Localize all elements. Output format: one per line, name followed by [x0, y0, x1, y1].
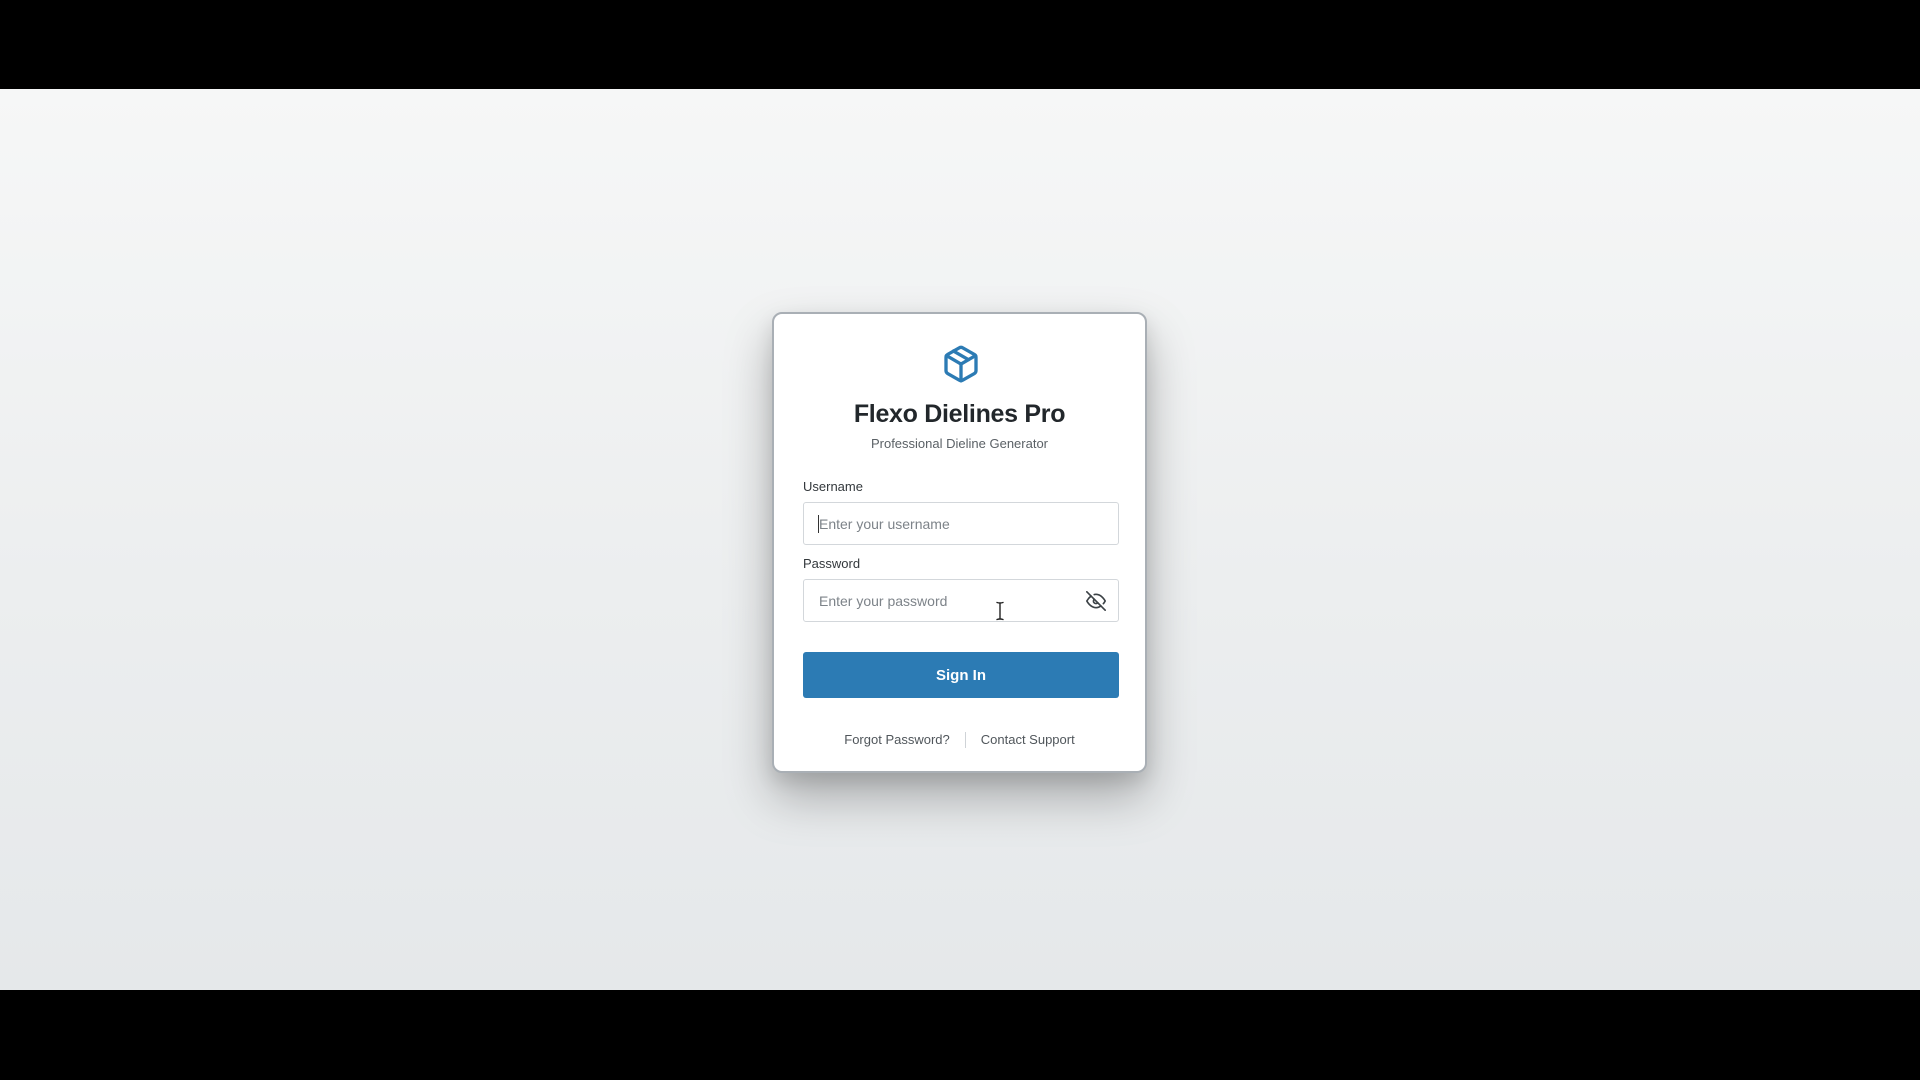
- username-field-wrapper: [803, 502, 1119, 545]
- footer-links: Forgot Password? Contact Support: [774, 731, 1145, 749]
- username-label: Username: [803, 479, 863, 494]
- sign-in-button[interactable]: Sign In: [803, 652, 1119, 698]
- letterbox-bottom: [0, 990, 1920, 1080]
- package-box-icon: [944, 345, 978, 383]
- letterbox-top: [0, 0, 1920, 89]
- contact-support-link[interactable]: Contact Support: [981, 732, 1075, 747]
- eye-off-icon[interactable]: [1086, 591, 1106, 611]
- text-caret: [818, 515, 819, 533]
- username-input[interactable]: [804, 503, 1118, 544]
- login-page: Flexo Dielines Pro Professional Dieline …: [0, 89, 1920, 990]
- link-divider: [964, 731, 966, 748]
- text-cursor-icon: [996, 601, 1004, 621]
- app-subtitle: Professional Dieline Generator: [870, 436, 1049, 451]
- login-card: Flexo Dielines Pro Professional Dieline …: [772, 312, 1147, 773]
- password-input[interactable]: [804, 580, 1118, 621]
- password-label: Password: [803, 556, 861, 571]
- password-field-wrapper: [803, 579, 1119, 622]
- app-title: Flexo Dielines Pro: [853, 400, 1066, 428]
- forgot-password-link[interactable]: Forgot Password?: [844, 732, 950, 747]
